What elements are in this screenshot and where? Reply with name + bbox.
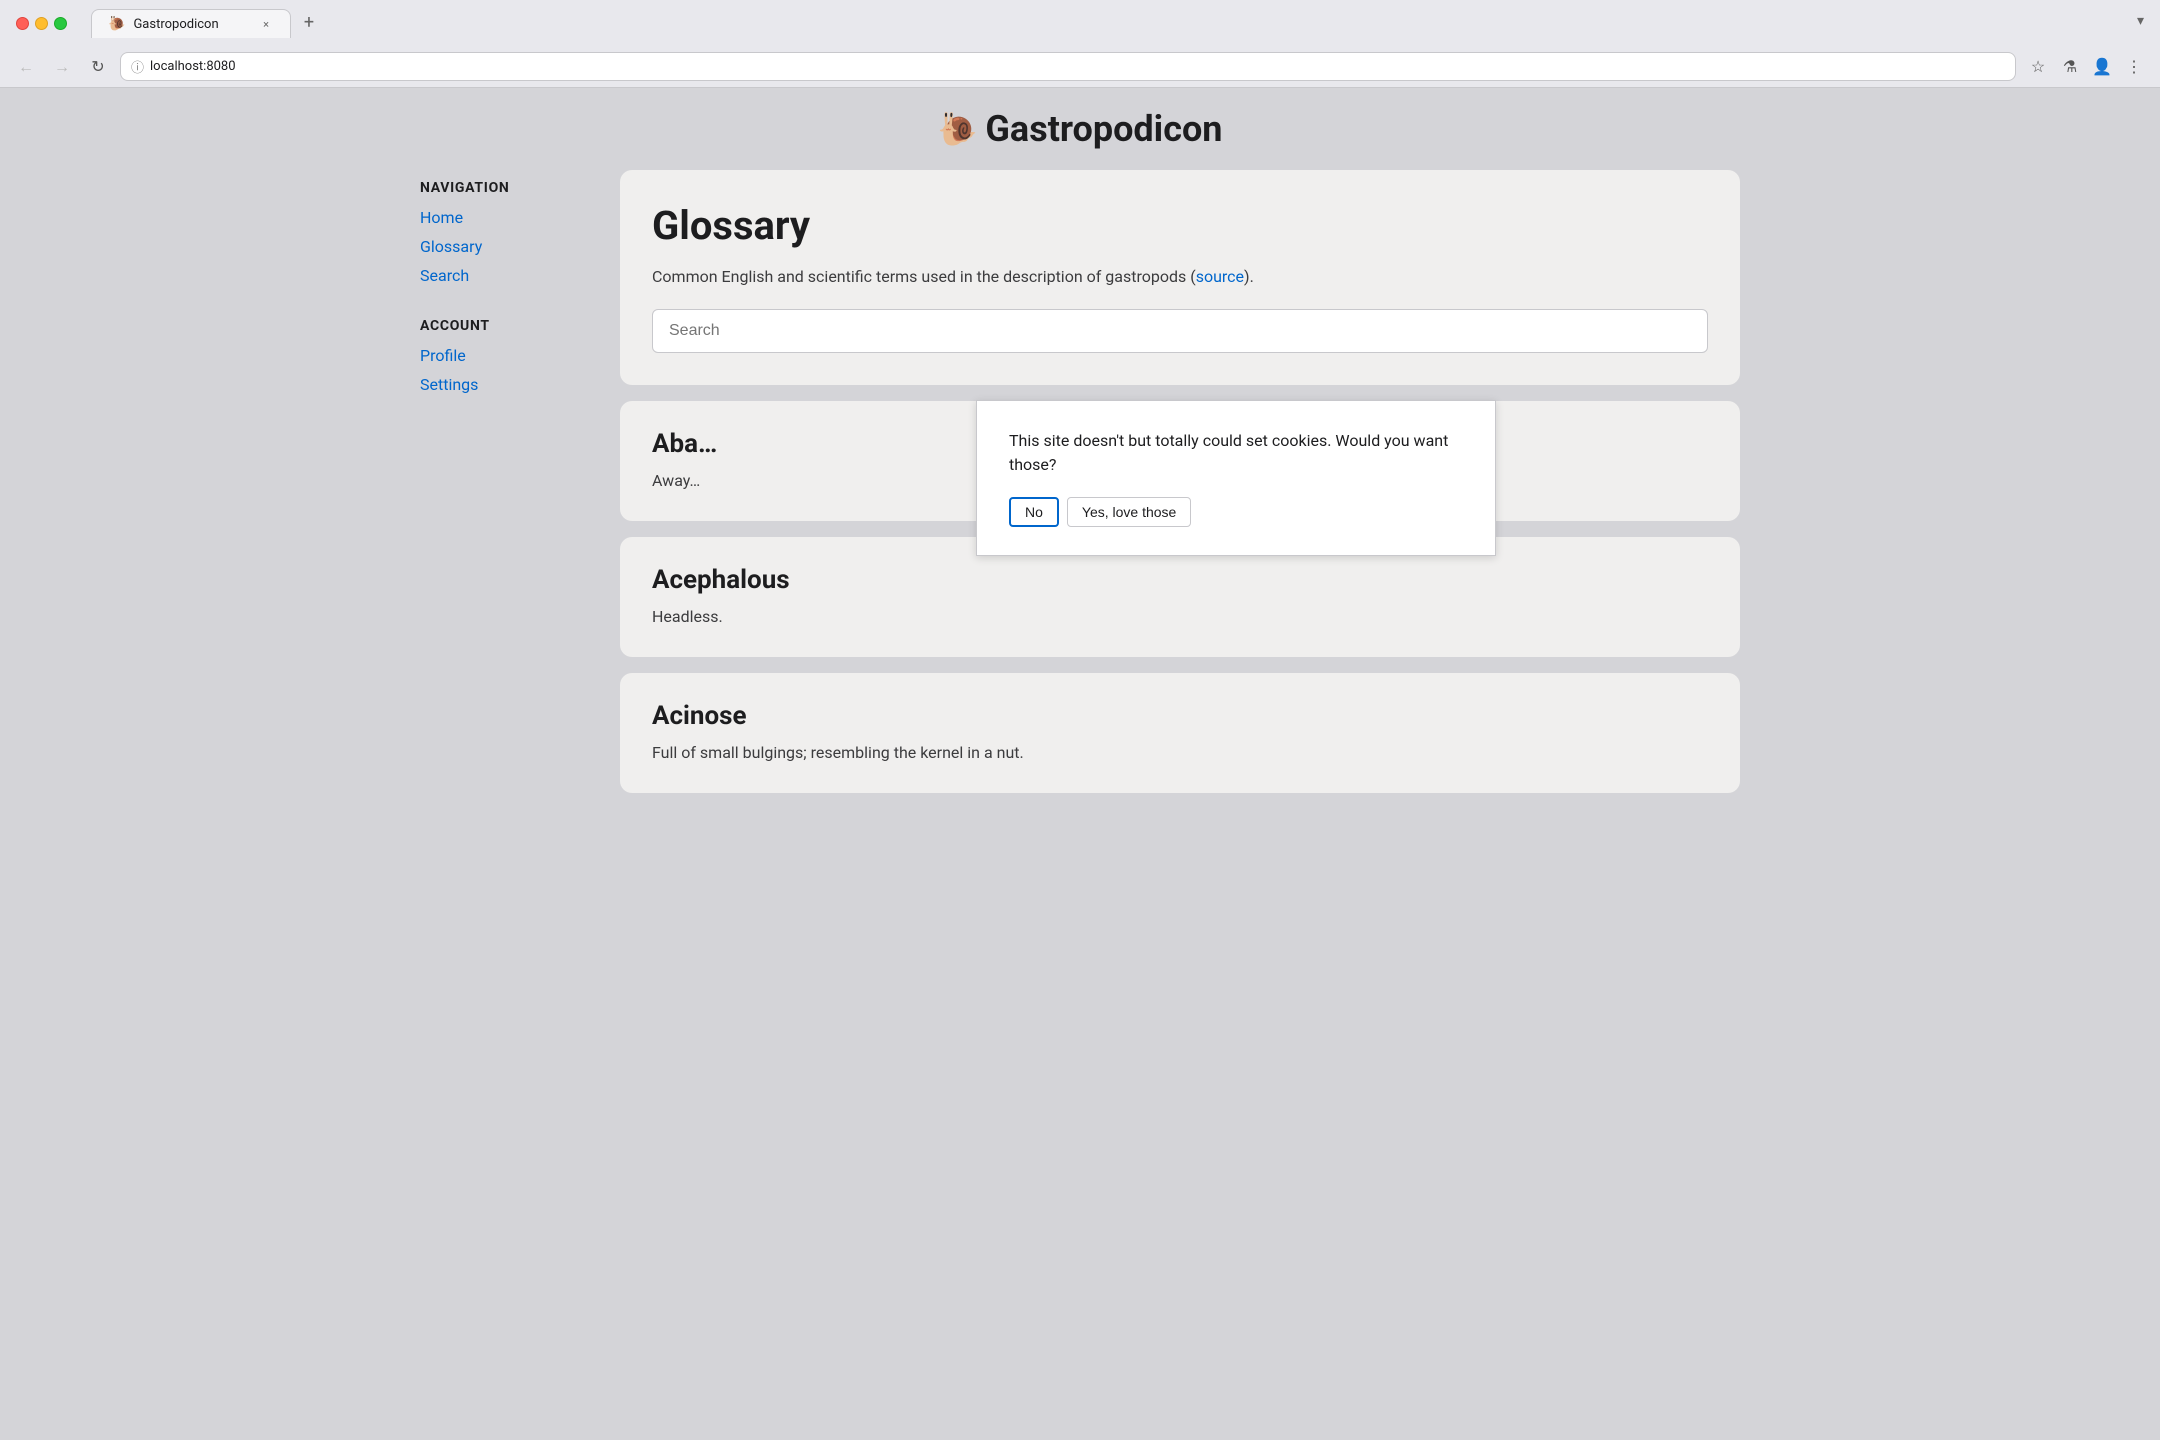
glossary-heading: Glossary bbox=[652, 202, 1708, 249]
tab-close-button[interactable]: × bbox=[258, 16, 274, 32]
tab-dropdown-button[interactable]: ▾ bbox=[2137, 13, 2144, 29]
sidebar-item-search[interactable]: Search bbox=[420, 262, 600, 291]
flask-button[interactable]: ⚗ bbox=[2056, 53, 2084, 81]
sidebar-item-home[interactable]: Home bbox=[420, 204, 600, 233]
tab-favicon: 🐌 bbox=[108, 16, 125, 32]
sidebar-item-profile[interactable]: Profile bbox=[420, 342, 600, 371]
tab-title: Gastropodicon bbox=[133, 17, 250, 32]
profile-button[interactable]: 👤 bbox=[2088, 53, 2116, 81]
term-card-acinose: Acinose Full of small bulgings; resembli… bbox=[620, 673, 1740, 793]
address-bar[interactable]: ⓘ localhost:8080 bbox=[120, 52, 2016, 81]
term-definition-acephalous: Headless. bbox=[652, 605, 1708, 629]
nav-section-label: NAVIGATION bbox=[420, 180, 600, 196]
close-window-button[interactable] bbox=[16, 17, 29, 30]
sidebar-item-glossary[interactable]: Glossary bbox=[420, 233, 600, 262]
search-input[interactable] bbox=[652, 309, 1708, 353]
browser-chrome: 🐌 Gastropodicon × + ▾ ← → ↻ ⓘ localhost:… bbox=[0, 0, 2160, 88]
bookmark-button[interactable]: ☆ bbox=[2024, 53, 2052, 81]
glossary-description-after: ). bbox=[1244, 267, 1254, 286]
cookie-dialog: This site doesn't but totally could set … bbox=[976, 400, 1496, 556]
glossary-description: Common English and scientific terms used… bbox=[652, 265, 1708, 289]
address-url: localhost:8080 bbox=[150, 59, 236, 74]
browser-tab[interactable]: 🐌 Gastropodicon × bbox=[91, 9, 291, 38]
toolbar-actions: ☆ ⚗ 👤 ⋮ bbox=[2024, 53, 2148, 81]
site-title: Gastropodicon bbox=[985, 108, 1222, 150]
term-definition-acinose: Full of small bulgings; resembling the k… bbox=[652, 741, 1708, 765]
tab-bar: 🐌 Gastropodicon × + bbox=[83, 8, 331, 38]
forward-button[interactable]: → bbox=[48, 53, 76, 81]
security-icon: ⓘ bbox=[131, 57, 144, 76]
maximize-window-button[interactable] bbox=[54, 17, 67, 30]
account-section-label: ACCOUNT bbox=[420, 318, 600, 334]
glossary-card: Glossary Common English and scientific t… bbox=[620, 170, 1740, 385]
cookie-buttons: No Yes, love those bbox=[1009, 497, 1463, 527]
browser-titlebar: 🐌 Gastropodicon × + ▾ bbox=[0, 0, 2160, 46]
sidebar: NAVIGATION Home Glossary Search ACCOUNT … bbox=[420, 170, 600, 793]
cookie-yes-button[interactable]: Yes, love those bbox=[1067, 497, 1191, 527]
cookie-message: This site doesn't but totally could set … bbox=[1009, 429, 1463, 477]
new-tab-button[interactable]: + bbox=[295, 8, 323, 36]
sidebar-item-settings[interactable]: Settings bbox=[420, 371, 600, 400]
traffic-lights bbox=[16, 17, 67, 30]
minimize-window-button[interactable] bbox=[35, 17, 48, 30]
site-logo: 🐌 bbox=[938, 110, 978, 148]
cookie-no-button[interactable]: No bbox=[1009, 497, 1059, 527]
term-title-acephalous: Acephalous bbox=[652, 565, 1708, 595]
account-section: ACCOUNT Profile Settings bbox=[420, 318, 600, 400]
term-title-acinose: Acinose bbox=[652, 701, 1708, 731]
nav-section: NAVIGATION Home Glossary Search bbox=[420, 180, 600, 290]
glossary-source-link[interactable]: source bbox=[1196, 267, 1244, 286]
site-header: 🐌 Gastropodicon bbox=[400, 88, 1760, 150]
glossary-description-before: Common English and scientific terms used… bbox=[652, 267, 1196, 286]
back-button[interactable]: ← bbox=[12, 53, 40, 81]
browser-toolbar: ← → ↻ ⓘ localhost:8080 ☆ ⚗ 👤 ⋮ bbox=[0, 46, 2160, 87]
reload-button[interactable]: ↻ bbox=[84, 53, 112, 81]
menu-button[interactable]: ⋮ bbox=[2120, 53, 2148, 81]
